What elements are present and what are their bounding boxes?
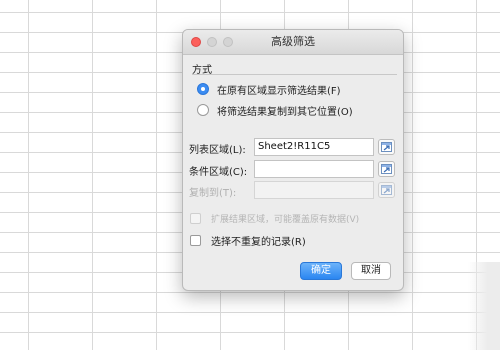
radio-label: 将筛选结果复制到其它位置(O) — [217, 106, 353, 118]
ok-button[interactable]: 确定 — [300, 262, 342, 280]
advanced-filter-dialog: 高级筛选 方式 在原有区域显示筛选结果(F) 将筛选结果复制到其它位置(O) 列… — [182, 29, 404, 291]
cancel-button[interactable]: 取消 — [351, 262, 391, 280]
criteria-range-input[interactable] — [254, 160, 374, 178]
radio-label: 在原有区域显示筛选结果(F) — [217, 85, 341, 97]
radio-filter-in-place[interactable]: 在原有区域显示筛选结果(F) — [197, 81, 341, 97]
copy-to-input — [254, 181, 374, 199]
criteria-range-label: 条件区域(C): — [189, 167, 248, 178]
unique-records-checkbox[interactable] — [190, 234, 201, 246]
copy-to-label: 复制到(T): — [189, 188, 237, 199]
background-panel — [468, 262, 500, 350]
list-range-label: 列表区域(L): — [189, 145, 246, 156]
extend-range-checkbox — [190, 212, 201, 224]
radio-button-selected[interactable] — [197, 83, 209, 95]
extend-range-label: 扩展结果区域，可能覆盖原有数据(V) — [211, 214, 360, 225]
radio-button[interactable] — [197, 104, 209, 116]
unique-records-checkbox-row[interactable]: 选择不重复的记录(R) — [190, 232, 306, 248]
extend-range-checkbox-row: 扩展结果区域，可能覆盖原有数据(V) — [190, 210, 359, 226]
criteria-range-collapse-button[interactable] — [378, 161, 395, 177]
dialog-title: 高级筛选 — [271, 35, 315, 48]
section-divider — [192, 74, 397, 75]
radio-copy-to-location[interactable]: 将筛选结果复制到其它位置(O) — [197, 102, 353, 118]
collapse-dialog-icon — [381, 142, 392, 152]
collapse-dialog-icon — [381, 164, 392, 174]
dialog-titlebar[interactable]: 高级筛选 — [183, 30, 403, 55]
unique-records-label: 选择不重复的记录(R) — [211, 236, 306, 248]
list-range-input[interactable]: Sheet2!R11C5 — [254, 138, 374, 156]
list-range-collapse-button[interactable] — [378, 139, 395, 155]
collapse-dialog-icon — [381, 185, 392, 195]
copy-to-collapse-button — [378, 182, 395, 198]
